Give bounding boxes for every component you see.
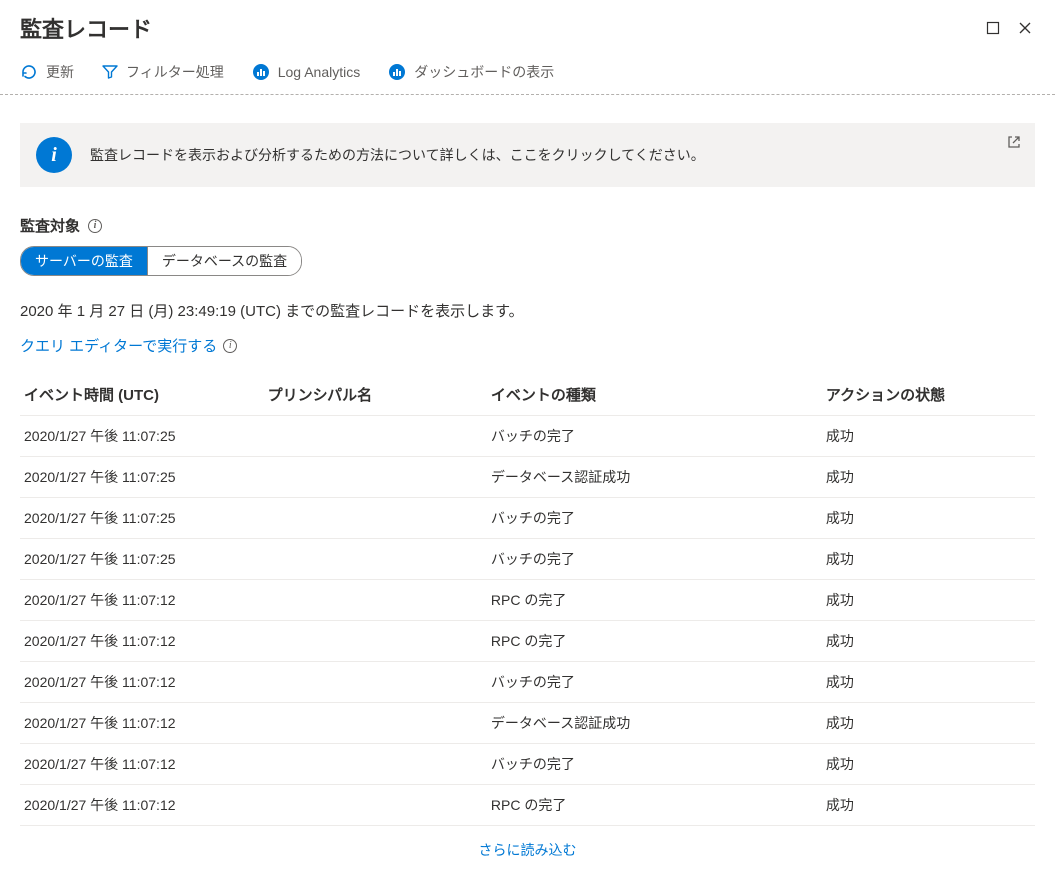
info-small-icon[interactable]: i [223,339,237,353]
audit-table: イベント時間 (UTC) プリンシパル名 イベントの種類 アクションの状態 20… [20,374,1035,826]
audit-target-toggle: サーバーの監査 データベースの監査 [20,246,302,276]
cell-status: 成功 [822,744,1035,785]
cell-principal [264,539,487,580]
window-controls [983,18,1035,38]
cell-event: バッチの完了 [487,416,822,457]
log-analytics-label: Log Analytics [278,64,361,80]
popout-icon[interactable] [1007,135,1021,152]
toolbar: 更新 フィルター処理 Log Analytics ダッシュボードの表示 [0,52,1055,95]
cell-event: RPC の完了 [487,621,822,662]
cell-principal [264,457,487,498]
cell-event: RPC の完了 [487,580,822,621]
cell-principal [264,498,487,539]
cell-event: RPC の完了 [487,785,822,826]
cell-status: 成功 [822,457,1035,498]
cell-event: バッチの完了 [487,498,822,539]
cell-event: バッチの完了 [487,662,822,703]
info-banner[interactable]: i 監査レコードを表示および分析するための方法について詳しくは、ここをクリックし… [20,123,1035,187]
header: 監査レコード [0,0,1055,52]
load-more-link[interactable]: さらに読み込む [479,842,577,857]
timestamp-line: 2020 年 1 月 27 日 (月) 23:49:19 (UTC) までの監査… [20,300,1035,321]
table-row[interactable]: 2020/1/27 午後 11:07:25 データベース認証成功成功 [20,457,1035,498]
content-area[interactable]: i 監査レコードを表示および分析するための方法について詳しくは、ここをクリックし… [0,95,1055,857]
log-analytics-button[interactable]: Log Analytics [252,63,361,81]
table-row[interactable]: 2020/1/27 午後 11:07:25 バッチの完了成功 [20,539,1035,580]
cell-status: 成功 [822,662,1035,703]
cell-time: 2020/1/27 午後 11:07:12 [20,744,264,785]
cell-time: 2020/1/27 午後 11:07:25 [20,539,264,580]
cell-event: データベース認証成功 [487,703,822,744]
cell-status: 成功 [822,498,1035,539]
info-banner-text: 監査レコードを表示および分析するための方法について詳しくは、ここをクリックしてく… [90,145,1019,165]
refresh-button[interactable]: 更新 [20,62,74,82]
audit-target-label: 監査対象 i [20,215,1035,236]
server-audit-tab[interactable]: サーバーの監査 [21,247,147,275]
cell-principal [264,580,487,621]
restore-button[interactable] [983,18,1003,38]
table-row[interactable]: 2020/1/27 午後 11:07:25 バッチの完了成功 [20,498,1035,539]
query-editor-link[interactable]: クエリ エディターで実行する [20,335,217,356]
col-header-principal[interactable]: プリンシパル名 [264,374,487,416]
close-button[interactable] [1015,18,1035,38]
cell-time: 2020/1/27 午後 11:07:25 [20,498,264,539]
cell-time: 2020/1/27 午後 11:07:12 [20,662,264,703]
cell-status: 成功 [822,539,1035,580]
database-audit-tab[interactable]: データベースの監査 [147,247,301,275]
cell-principal [264,416,487,457]
dashboard-icon [388,63,406,81]
table-row[interactable]: 2020/1/27 午後 11:07:12 バッチの完了成功 [20,744,1035,785]
cell-status: 成功 [822,416,1035,457]
cell-time: 2020/1/27 午後 11:07:12 [20,703,264,744]
dashboard-label: ダッシュボードの表示 [414,62,554,82]
cell-principal [264,621,487,662]
col-header-time[interactable]: イベント時間 (UTC) [20,374,264,416]
filter-icon [102,64,118,80]
cell-event: バッチの完了 [487,539,822,580]
cell-time: 2020/1/27 午後 11:07:12 [20,580,264,621]
info-small-icon[interactable]: i [88,219,102,233]
cell-time: 2020/1/27 午後 11:07:25 [20,416,264,457]
load-more-row: さらに読み込む [20,826,1035,857]
filter-button[interactable]: フィルター処理 [102,62,224,82]
cell-event: データベース認証成功 [487,457,822,498]
table-row[interactable]: 2020/1/27 午後 11:07:12 バッチの完了成功 [20,662,1035,703]
cell-status: 成功 [822,703,1035,744]
table-row[interactable]: 2020/1/27 午後 11:07:12 RPC の完了成功 [20,785,1035,826]
cell-event: バッチの完了 [487,744,822,785]
cell-time: 2020/1/27 午後 11:07:12 [20,785,264,826]
col-header-status[interactable]: アクションの状態 [822,374,1035,416]
dashboard-button[interactable]: ダッシュボードの表示 [388,62,554,82]
cell-principal [264,703,487,744]
cell-status: 成功 [822,580,1035,621]
refresh-label: 更新 [46,62,74,82]
filter-label: フィルター処理 [126,62,224,82]
cell-time: 2020/1/27 午後 11:07:12 [20,621,264,662]
cell-principal [264,744,487,785]
log-analytics-icon [252,63,270,81]
info-icon: i [36,137,72,173]
table-row[interactable]: 2020/1/27 午後 11:07:12 データベース認証成功成功 [20,703,1035,744]
table-row[interactable]: 2020/1/27 午後 11:07:12 RPC の完了成功 [20,621,1035,662]
cell-principal [264,785,487,826]
page-title: 監査レコード [20,12,152,44]
query-editor-row: クエリ エディターで実行する i [20,335,1035,356]
cell-time: 2020/1/27 午後 11:07:25 [20,457,264,498]
table-row[interactable]: 2020/1/27 午後 11:07:25 バッチの完了成功 [20,416,1035,457]
cell-principal [264,662,487,703]
table-row[interactable]: 2020/1/27 午後 11:07:12 RPC の完了成功 [20,580,1035,621]
col-header-event[interactable]: イベントの種類 [487,374,822,416]
refresh-icon [20,63,38,81]
cell-status: 成功 [822,621,1035,662]
cell-status: 成功 [822,785,1035,826]
